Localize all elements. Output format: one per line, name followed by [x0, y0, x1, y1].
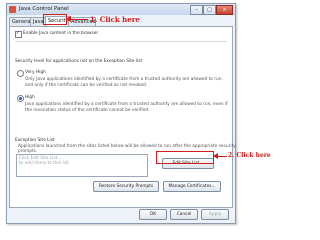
exception-desc-1: Applications launched from the sites lis… — [18, 144, 236, 149]
security-tab-highlight — [43, 14, 67, 25]
security-panel: Enable Java content in the browser Secur… — [9, 26, 236, 208]
site-list-placeholder-2: to add items to this list. — [19, 161, 71, 166]
very-high-desc-1: Only Java applications identified by a c… — [25, 77, 223, 82]
java-control-panel-window: Java Control Panel – □ × General Java Se… — [6, 3, 236, 224]
title-bar: Java Control Panel – □ × — [7, 4, 235, 15]
very-high-desc-2: and only if the certificate can be verif… — [25, 83, 148, 88]
arrow-1-line — [70, 19, 88, 20]
arrow-2-line — [217, 156, 227, 157]
enable-java-checkbox[interactable] — [15, 30, 22, 38]
security-level-heading: Security level for applications not on t… — [15, 59, 143, 64]
java-app-icon — [9, 6, 16, 13]
step-2-callout: 2. Click here — [228, 152, 271, 159]
high-desc-1: Java applications identified by a certif… — [25, 102, 228, 107]
very-high-label: Very High — [25, 70, 46, 75]
ok-button[interactable]: OK — [139, 209, 167, 220]
very-high-radio[interactable] — [17, 70, 24, 77]
tab-general[interactable]: General — [9, 17, 32, 26]
cancel-button[interactable]: Cancel — [170, 209, 198, 220]
exception-site-heading: Exception Site List — [15, 138, 55, 143]
manage-certificates-button[interactable]: Manage Certificates... — [163, 181, 221, 192]
high-desc-2: the revocation status of the certificate… — [25, 108, 150, 113]
window-title: Java Control Panel — [19, 6, 69, 12]
minimize-icon[interactable]: – — [190, 5, 203, 15]
maximize-icon[interactable]: □ — [203, 5, 216, 15]
high-radio[interactable] — [17, 95, 24, 102]
exception-site-list[interactable]: Click Edit Site List... to add items to … — [16, 154, 148, 177]
apply-button[interactable]: Apply — [201, 209, 229, 220]
edit-site-list-highlight — [156, 151, 214, 164]
divider — [15, 41, 227, 42]
close-icon[interactable]: × — [216, 5, 233, 15]
step-1-callout: 1. Click here — [90, 15, 140, 24]
high-label: High — [25, 95, 35, 100]
enable-java-label: Enable Java content in the browser — [23, 31, 99, 36]
restore-security-prompts-button[interactable]: Restore Security Prompts — [93, 181, 159, 192]
